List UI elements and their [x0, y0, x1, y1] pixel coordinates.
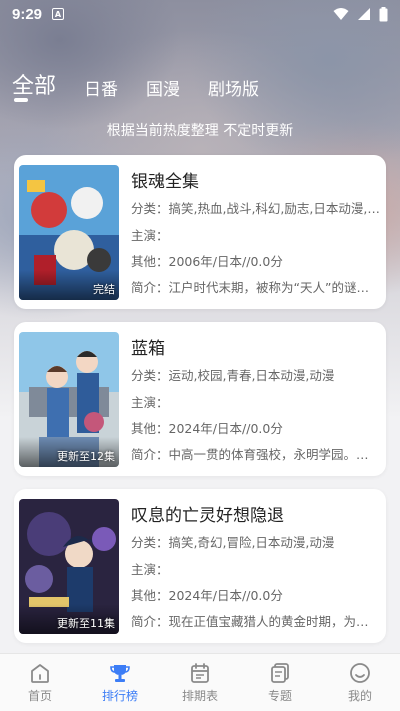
home-icon	[29, 661, 51, 685]
calendar-icon	[189, 661, 211, 685]
topic-icon	[269, 661, 291, 685]
anime-cast: 主演：	[131, 228, 169, 243]
wifi-icon	[333, 8, 349, 20]
anime-card[interactable]: 更新至12集 蓝箱 分类：运动,校园,青春,日本动漫,动漫 主演： 其他：202…	[14, 322, 386, 476]
poster-image: 更新至12集	[19, 332, 119, 467]
poster-image: 完结	[19, 165, 119, 300]
nav-label: 专题	[267, 689, 292, 703]
ranking-subtitle: 根据当前热度整理 不定时更新	[106, 123, 294, 139]
nav-label: 我的	[347, 689, 372, 703]
signal-icon	[358, 8, 370, 20]
trophy-icon	[109, 661, 131, 685]
nav-topics[interactable]: 专题	[250, 661, 310, 704]
anime-intro: 简介：中高一贯的体育强校，永明学园。以羽毛球部的	[131, 447, 381, 462]
nav-profile[interactable]: 我的	[330, 661, 390, 704]
anime-card[interactable]: 完结 银魂全集 分类：搞笑,热血,战斗,科幻,励志,日本动漫,动漫 主演： 其他…	[14, 155, 386, 309]
anime-title: 叹息的亡灵好想隐退	[131, 506, 284, 526]
anime-other-info: 其他：2024年/日本//0.0分	[131, 421, 283, 436]
status-bar: 9:29 A	[0, 0, 400, 28]
profile-icon	[349, 661, 371, 685]
anime-other-info: 其他：2024年/日本//0.0分	[131, 588, 283, 603]
tab-movies[interactable]: 剧场版	[208, 75, 259, 102]
nav-label: 排行榜	[101, 689, 138, 703]
anime-intro: 简介：现在正值宝藏猎人的黄金时期，为了追求宝藏	[131, 614, 381, 629]
episode-status-badge: 更新至11集	[57, 617, 115, 630]
anime-card[interactable]: 更新至11集 叹息的亡灵好想隐退 分类：搞笑,奇幻,冒险,日本动漫,动漫 主演：…	[14, 489, 386, 643]
tab-japanese-anime[interactable]: 日番	[84, 75, 118, 102]
anime-genre: 分类：搞笑,奇幻,冒险,日本动漫,动漫	[131, 535, 335, 550]
anime-other-info: 其他：2006年/日本//0.0分	[131, 254, 283, 269]
anime-intro: 简介：江户时代末期，被称为“天人”的谜之外星人来袭	[131, 280, 381, 295]
battery-icon	[379, 6, 388, 21]
tab-chinese-anime[interactable]: 国漫	[146, 75, 180, 102]
nav-schedule[interactable]: 排期表	[170, 661, 230, 704]
anime-genre: 分类：运动,校园,青春,日本动漫,动漫	[131, 368, 335, 383]
status-time: 9:29	[12, 5, 43, 23]
episode-status-badge: 完结	[93, 283, 115, 296]
nav-home[interactable]: 首页	[10, 661, 70, 704]
episode-status-badge: 更新至12集	[57, 450, 115, 463]
anime-cast: 主演：	[131, 395, 169, 410]
nav-label: 排期表	[181, 689, 218, 703]
notification-a-icon: A	[52, 8, 65, 20]
active-tab-indicator	[14, 98, 28, 102]
category-tabs: 全部 日番 国漫 剧场版	[12, 68, 259, 102]
anime-genre: 分类：搞笑,热血,战斗,科幻,励志,日本动漫,动漫	[131, 201, 381, 216]
anime-title: 蓝箱	[131, 339, 165, 359]
anime-cast: 主演：	[131, 562, 169, 577]
poster-image: 更新至11集	[19, 499, 119, 634]
nav-label: 首页	[27, 689, 52, 703]
tab-all[interactable]: 全部	[12, 68, 56, 102]
bottom-navigation: 首页 排行榜 排期表 专题 我的	[0, 653, 400, 711]
anime-title: 银魂全集	[131, 172, 199, 192]
nav-ranking[interactable]: 排行榜	[90, 661, 150, 704]
